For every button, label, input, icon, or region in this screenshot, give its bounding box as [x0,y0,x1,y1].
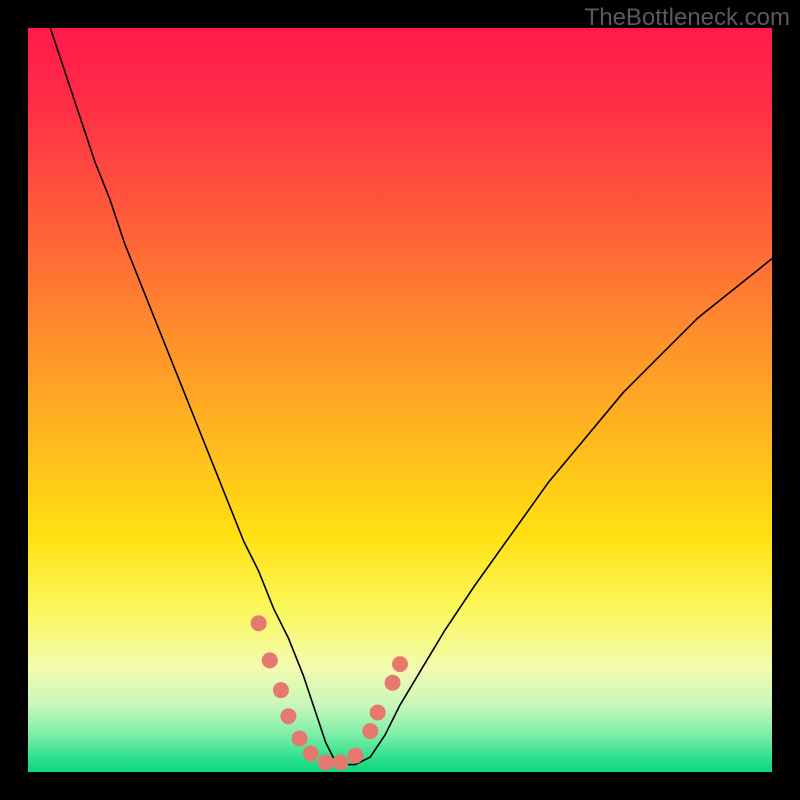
curve-marker [385,675,401,691]
curve-marker [262,652,278,668]
curve-marker [292,731,308,747]
curve-marker [280,708,296,724]
curve-marker [392,656,408,672]
curve-marker [370,704,386,720]
plot-area [28,28,772,772]
curve-marker [251,615,267,631]
curve-marker [273,682,289,698]
chart-svg [28,28,772,772]
curve-marker [362,723,378,739]
curve-marker [332,754,348,770]
curve-marker [303,745,319,761]
curve-marker [318,754,334,770]
watermark-text: TheBottleneck.com [585,4,790,32]
curve-marker [347,748,363,764]
chart-container: TheBottleneck.com [0,0,800,800]
